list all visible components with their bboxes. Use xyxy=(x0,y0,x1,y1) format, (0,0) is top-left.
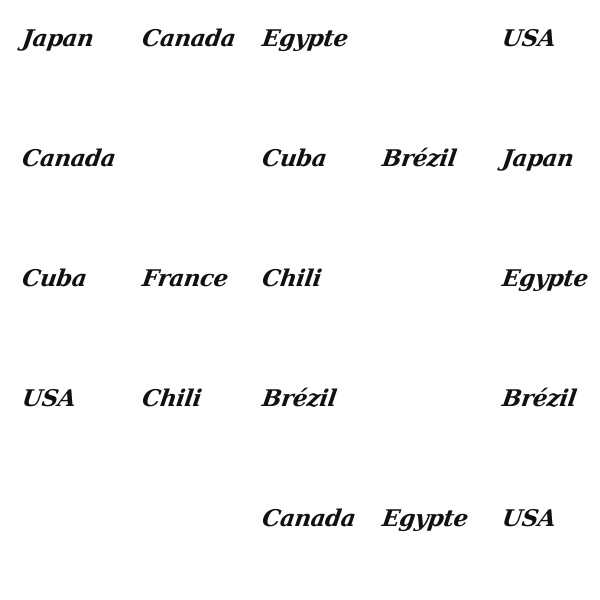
grid-cell-empty xyxy=(360,240,480,360)
grid-cell: USA xyxy=(480,480,600,600)
country-word: Cuba xyxy=(260,145,329,172)
country-word: Canada xyxy=(20,145,118,172)
grid-cell: Brézil xyxy=(360,120,480,240)
grid-cell-empty xyxy=(360,360,480,480)
country-word: USA xyxy=(20,385,78,412)
country-word: Egypte xyxy=(500,265,590,292)
grid-cell: Egypte xyxy=(360,480,480,600)
country-word: USA xyxy=(500,505,558,532)
grid-cell-empty xyxy=(120,480,240,600)
grid-cell: Egypte xyxy=(240,0,360,120)
country-word: France xyxy=(140,265,230,292)
grid-cell: Cuba xyxy=(0,240,120,360)
grid-cell: USA xyxy=(480,0,600,120)
country-word: Brézil xyxy=(380,145,459,172)
grid-cell-empty xyxy=(0,480,120,600)
country-word: Brézil xyxy=(260,385,339,412)
country-word: Cuba xyxy=(20,265,89,292)
grid-cell: Chili xyxy=(120,360,240,480)
grid-cell: Japan xyxy=(480,120,600,240)
country-word: Japan xyxy=(20,25,96,52)
word-grid: Japan Canada Egypte USA Canada Cuba Bréz… xyxy=(0,0,600,600)
grid-cell: USA xyxy=(0,360,120,480)
country-word: Chili xyxy=(140,385,204,412)
grid-cell: Brézil xyxy=(480,360,600,480)
country-word: Canada xyxy=(140,25,238,52)
grid-cell: Cuba xyxy=(240,120,360,240)
country-word: Japan xyxy=(500,145,576,172)
country-word: Egypte xyxy=(380,505,470,532)
grid-cell-empty xyxy=(120,120,240,240)
grid-cell: Canada xyxy=(240,480,360,600)
grid-cell: Japan xyxy=(0,0,120,120)
country-word: Egypte xyxy=(260,25,350,52)
grid-cell: Canada xyxy=(0,120,120,240)
grid-cell: Brézil xyxy=(240,360,360,480)
grid-cell: Egypte xyxy=(480,240,600,360)
grid-cell-empty xyxy=(360,0,480,120)
country-word: Brézil xyxy=(500,385,579,412)
grid-cell: Chili xyxy=(240,240,360,360)
grid-cell: France xyxy=(120,240,240,360)
country-word: USA xyxy=(500,25,558,52)
country-word: Canada xyxy=(260,505,358,532)
grid-cell: Canada xyxy=(120,0,240,120)
country-word: Chili xyxy=(260,265,324,292)
